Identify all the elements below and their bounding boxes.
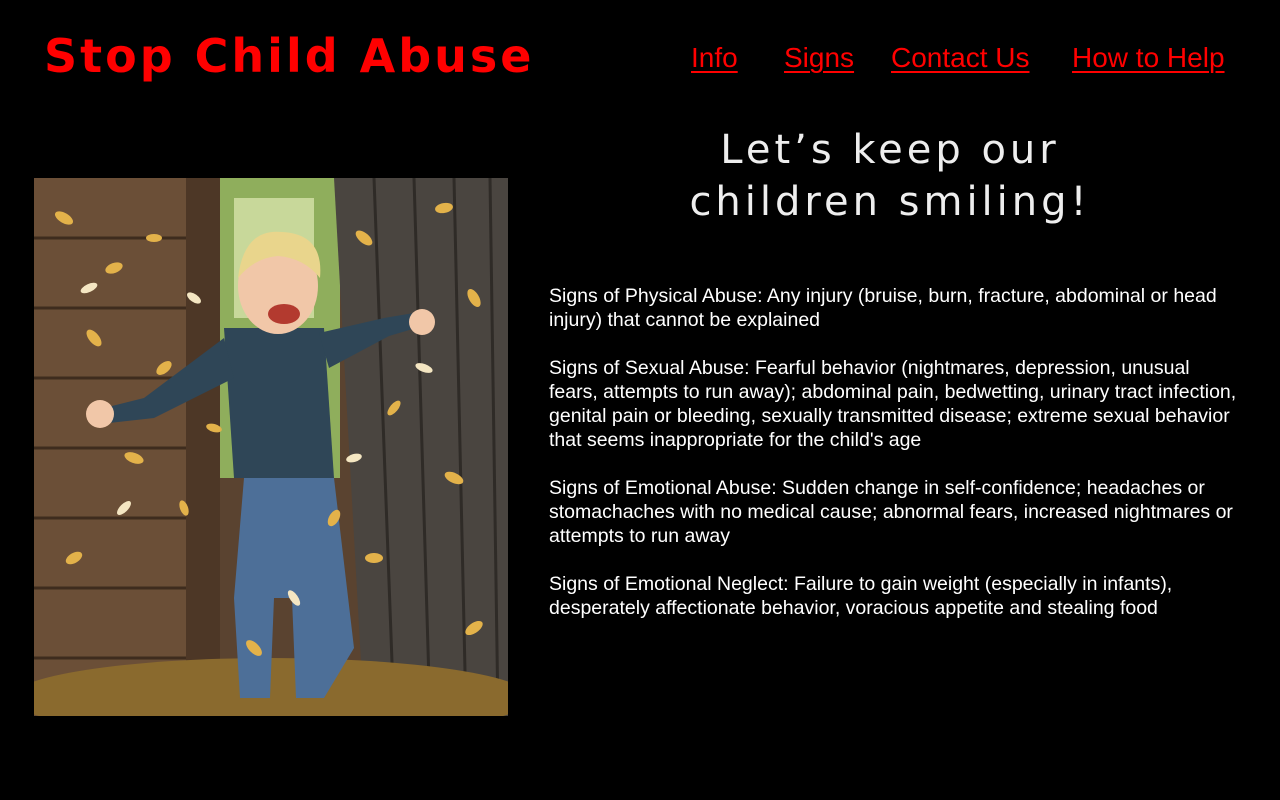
- sign-sexual-abuse: Signs of Sexual Abuse: Fearful behavior …: [549, 357, 1237, 451]
- nav-link-how-to-help[interactable]: How to Help: [1072, 40, 1225, 76]
- sign-emotional-neglect: Signs of Emotional Neglect: Failure to g…: [549, 573, 1173, 619]
- tagline-heading: Let’s keep our children smiling!: [620, 124, 1160, 228]
- nav-link-info[interactable]: Info: [691, 40, 738, 76]
- sign-emotional-abuse: Signs of Emotional Abuse: Sudden change …: [549, 477, 1233, 547]
- tagline-line-1: Let’s keep our: [720, 127, 1060, 173]
- sign-physical-abuse: Signs of Physical Abuse: Any injury (bru…: [549, 285, 1217, 331]
- child-photo: [34, 178, 508, 716]
- signs-list: Signs of Physical Abuse: Any injury (bru…: [549, 284, 1239, 644]
- main-nav: Info Signs Contact Us How to Help: [0, 40, 1280, 80]
- nav-link-signs[interactable]: Signs: [784, 40, 854, 76]
- tagline-line-2: children smiling!: [689, 179, 1091, 225]
- nav-link-contact-us[interactable]: Contact Us: [891, 40, 1030, 76]
